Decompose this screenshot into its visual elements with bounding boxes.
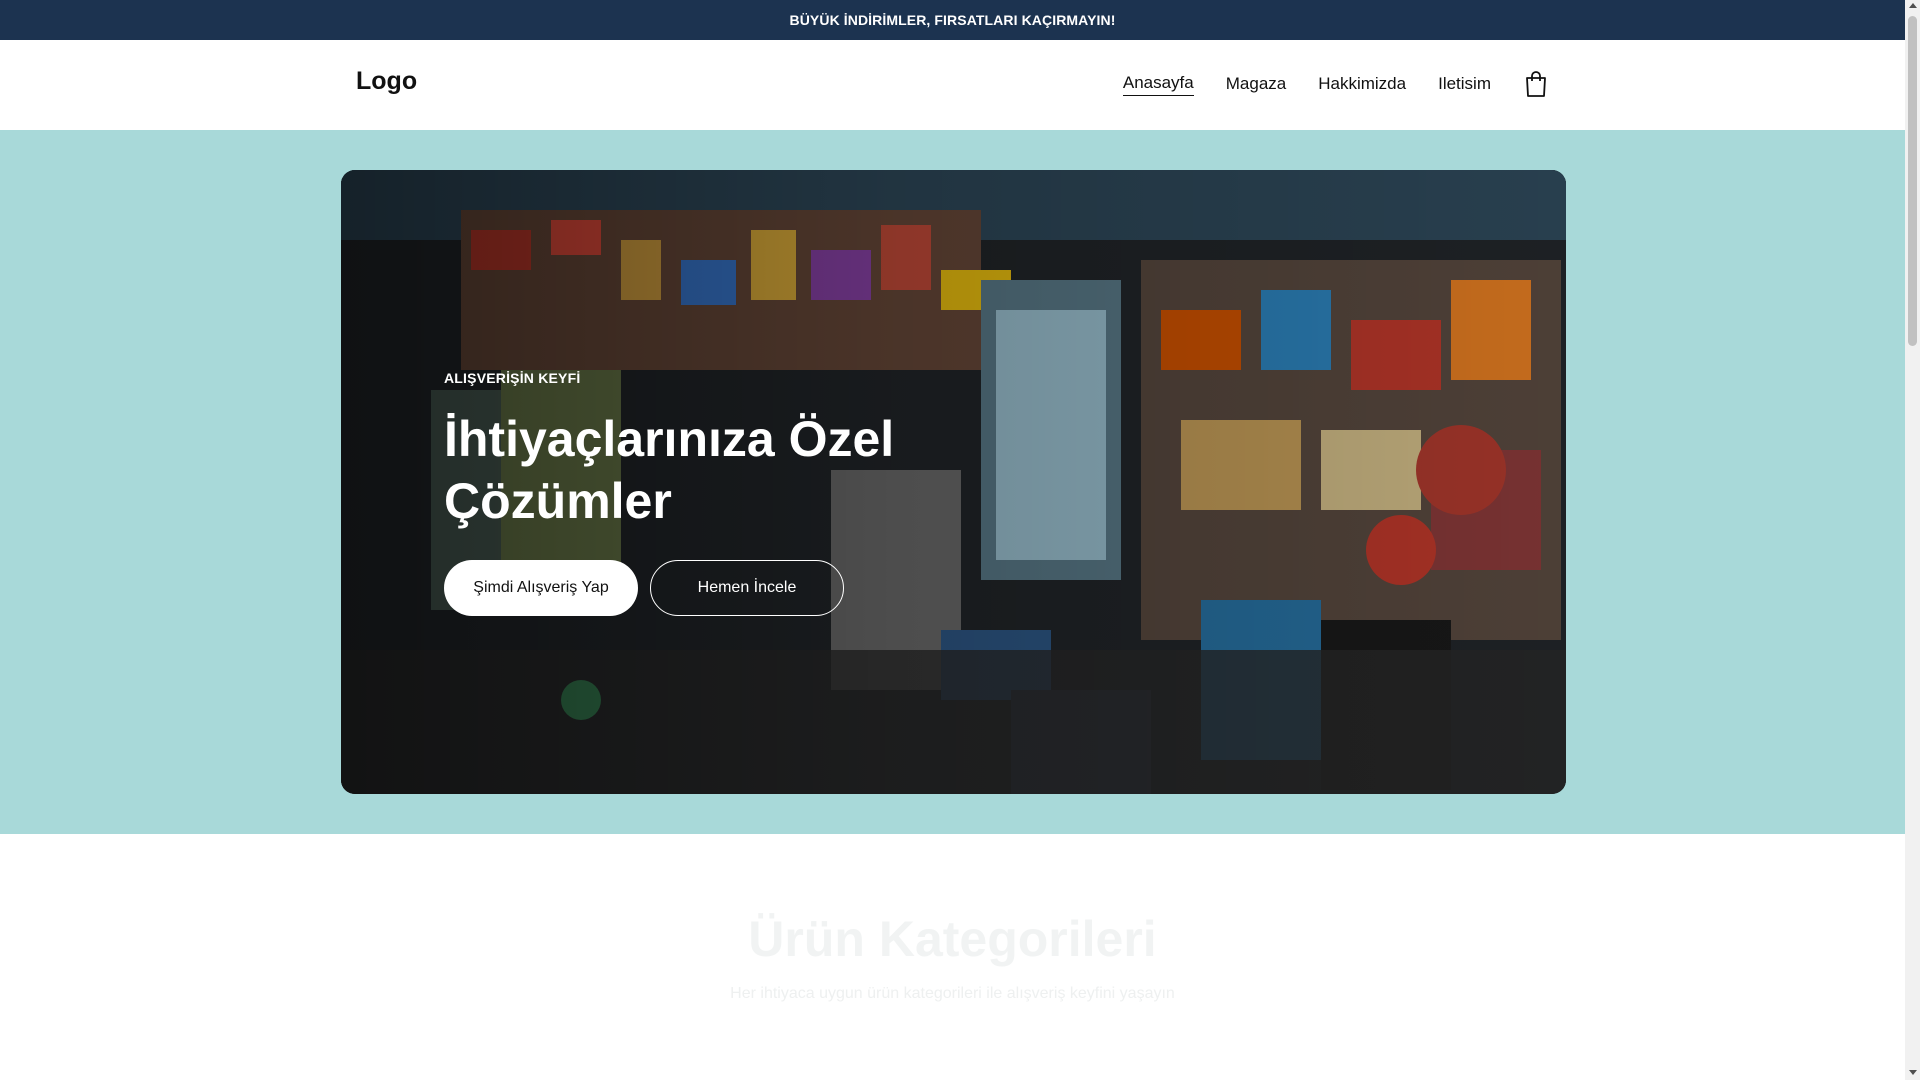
categories-title: Ürün Kategorileri	[748, 911, 1157, 967]
hero-banner: ALIŞVERİŞİN KEYFİ İhtiyaçlarınıza Özel Ç…	[341, 170, 1566, 794]
hero-content: ALIŞVERİŞİN KEYFİ İhtiyaçlarınıza Özel Ç…	[444, 370, 1044, 616]
hero-title: İhtiyaçlarınıza Özel Çözümler	[444, 408, 1044, 532]
nav-link-about[interactable]: Hakkimizda	[1318, 74, 1406, 96]
shopping-bag-icon[interactable]	[1523, 70, 1549, 98]
main-nav: Anasayfa Magaza Hakkimizda Iletisim	[1122, 73, 1491, 96]
site-header: Logo Anasayfa Magaza Hakkimizda Iletisim	[0, 40, 1905, 130]
announcement-text: BÜYÜK İNDİRİMLER, FIRSATLARI KAÇIRMAYIN!	[789, 12, 1116, 28]
hero-title-line1: İhtiyaçlarınıza Özel	[444, 411, 895, 467]
nav-link-store[interactable]: Magaza	[1226, 74, 1286, 96]
categories-subtitle: Her ihtiyaca uygun ürün kategorileri ile…	[730, 985, 1175, 1002]
scroll-up-arrow-icon[interactable]	[1908, 3, 1917, 8]
hero-buttons: Şimdi Alışveriş Yap Hemen İncele	[444, 560, 1044, 616]
shop-now-button[interactable]: Şimdi Alışveriş Yap	[444, 560, 638, 616]
scrollbar-thumb[interactable]	[1908, 16, 1917, 346]
hero-title-line2: Çözümler	[444, 473, 672, 529]
hero-eyebrow: ALIŞVERİŞİN KEYFİ	[444, 370, 581, 386]
explore-button[interactable]: Hemen İncele	[650, 560, 844, 616]
nav-link-home[interactable]: Anasayfa	[1122, 73, 1194, 96]
announcement-bar: BÜYÜK İNDİRİMLER, FIRSATLARI KAÇIRMAYIN!	[0, 0, 1905, 40]
nav-link-contact[interactable]: Iletisim	[1438, 74, 1491, 96]
logo[interactable]: Logo	[356, 67, 417, 96]
scroll-down-arrow-icon[interactable]	[1908, 1070, 1917, 1075]
